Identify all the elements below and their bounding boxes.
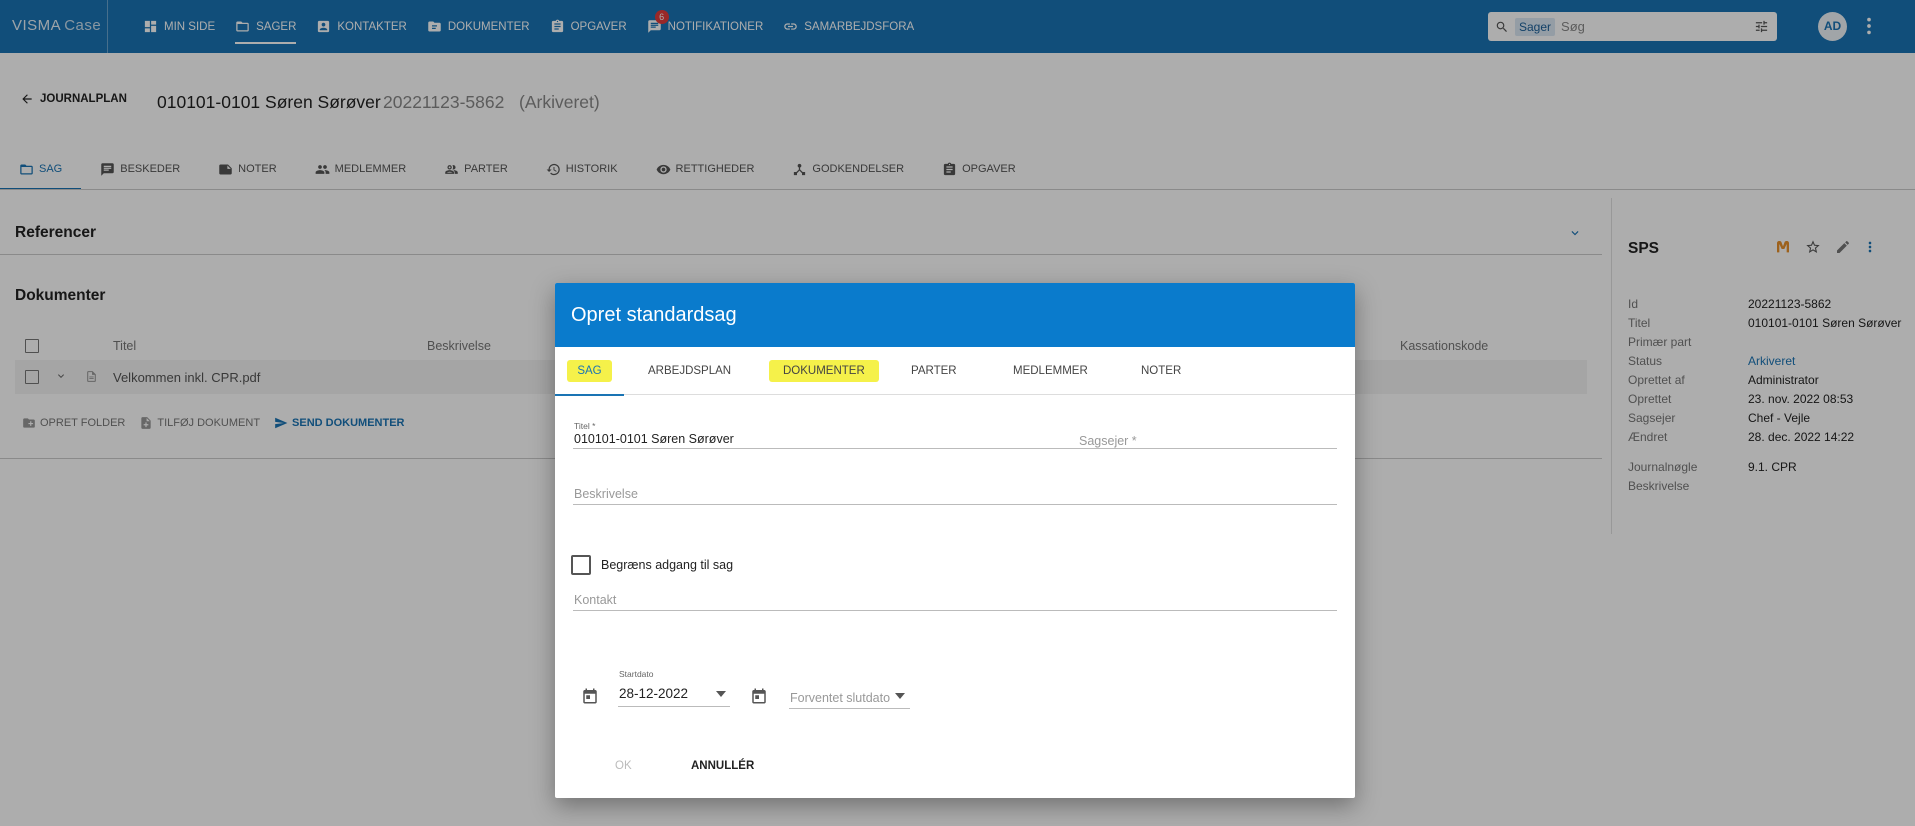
tab-label: SAG — [567, 360, 612, 382]
dialog-title: Opret standardsag — [571, 304, 737, 326]
contact-input[interactable]: Kontakt — [574, 593, 616, 607]
end-date-input[interactable]: Forventet slutdato — [790, 691, 890, 705]
title-field[interactable]: Titel * 010101-0101 Søren Sørøver — [573, 421, 1073, 449]
dropdown-arrow-icon[interactable] — [716, 691, 726, 697]
owner-input[interactable]: Sagsejer * — [1079, 434, 1137, 448]
description-field[interactable]: Beskrivelse — [573, 483, 1337, 505]
dialog-tab-arbejdsplan[interactable]: ARBEJDSPLAN — [624, 347, 766, 395]
description-input[interactable]: Beskrivelse — [574, 487, 638, 501]
ok-button[interactable]: OK — [615, 760, 632, 772]
dialog-header: Opret standardsag — [555, 283, 1355, 347]
dialog-tab-medlemmer[interactable]: MEDLEMMER — [989, 347, 1125, 395]
calendar-icon[interactable] — [750, 686, 768, 706]
restrict-access-checkbox[interactable]: Begræns adgang til sag — [571, 555, 733, 575]
contact-field[interactable]: Kontakt — [573, 589, 1337, 611]
owner-field[interactable]: Sagsejer * — [1073, 421, 1337, 449]
end-date-field[interactable]: Forventet slutdato — [789, 683, 910, 709]
create-case-dialog: Opret standardsag SAG ARBEJDSPLAN DOKUME… — [555, 283, 1355, 798]
dialog-tab-sag[interactable]: SAG — [555, 347, 624, 396]
dialog-tab-parter[interactable]: PARTER — [891, 347, 989, 395]
dialog-tab-noter[interactable]: NOTER — [1125, 347, 1225, 395]
field-label: Startdato — [619, 669, 654, 679]
tab-label: ARBEJDSPLAN — [648, 365, 732, 377]
tab-label: NOTER — [1141, 365, 1182, 377]
tab-label: PARTER — [911, 365, 957, 377]
calendar-icon[interactable] — [581, 686, 599, 706]
checkbox[interactable] — [571, 555, 591, 575]
title-input[interactable]: 010101-0101 Søren Sørøver — [574, 432, 734, 446]
start-date-field[interactable]: Startdato 28-12-2022 — [618, 669, 730, 707]
start-date-input[interactable]: 28-12-2022 — [619, 686, 688, 701]
tab-label: MEDLEMMER — [1013, 365, 1088, 377]
dropdown-arrow-icon[interactable] — [895, 693, 905, 699]
checkbox-label: Begræns adgang til sag — [601, 558, 734, 572]
cancel-button[interactable]: ANNULLÉR — [691, 760, 754, 772]
field-label: Titel * — [574, 421, 596, 431]
tab-label: DOKUMENTER — [769, 360, 879, 382]
dialog-tabs: SAG ARBEJDSPLAN DOKUMENTER PARTER MEDLEM… — [555, 347, 1355, 396]
dialog-tab-dokumenter[interactable]: DOKUMENTER — [766, 347, 891, 395]
